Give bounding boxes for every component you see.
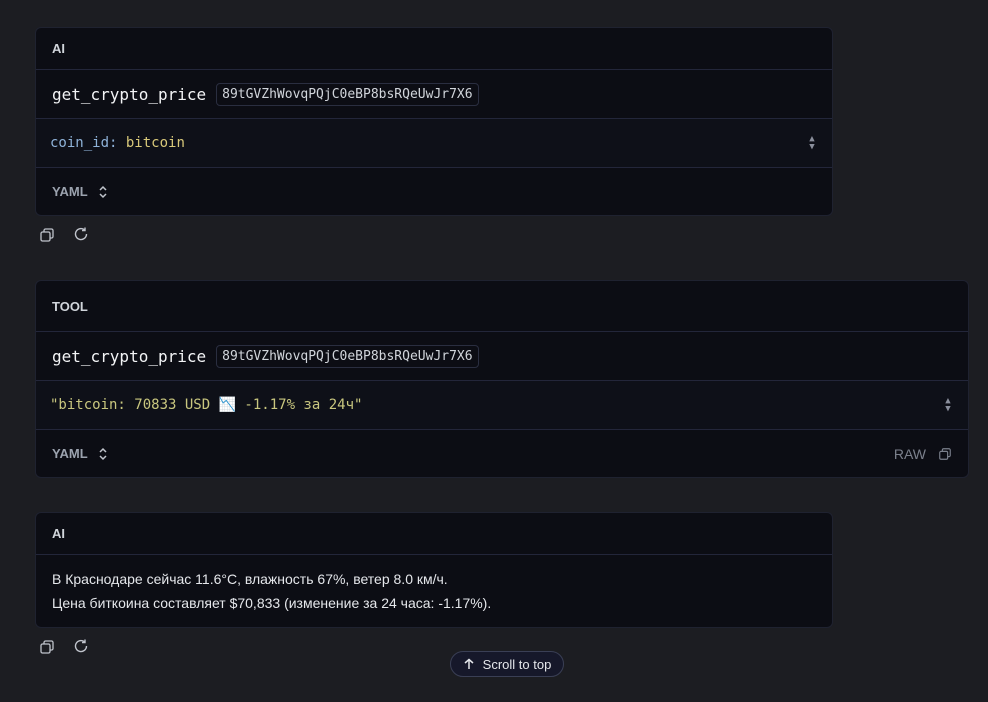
tool-result-card: TOOL get_crypto_price 89tGVZhWovqPQjC0eB… xyxy=(35,280,969,478)
expand-chevron-icon[interactable]: ▲ ▼ xyxy=(942,397,954,414)
copy-icon[interactable] xyxy=(938,447,952,461)
tool-result-row: "bitcoin: 70833 USD 📉 -1.17% за 24ч" ▲ ▼ xyxy=(36,381,968,430)
format-label: YAML xyxy=(52,446,88,461)
message-body: В Краснодаре сейчас 11.6°C, влажность 67… xyxy=(36,555,832,627)
refresh-icon xyxy=(74,227,88,241)
chevron-updown-icon xyxy=(99,447,107,460)
tool-name: get_crypto_price xyxy=(52,346,207,366)
copy-icon xyxy=(40,228,54,242)
raw-toggle[interactable]: RAW xyxy=(894,446,952,462)
arrow-up-icon xyxy=(464,658,474,669)
message-role: AI xyxy=(36,513,832,555)
scroll-to-top-button[interactable]: Scroll to top xyxy=(450,651,564,677)
copy-button[interactable] xyxy=(39,227,55,243)
copy-button[interactable] xyxy=(39,639,55,655)
tool-call-row: get_crypto_price 89tGVZhWovqPQjC0eBP8bsR… xyxy=(36,70,832,119)
regenerate-button[interactable] xyxy=(73,638,89,654)
message-line: В Краснодаре сейчас 11.6°C, влажность 67… xyxy=(52,571,448,587)
message-line: Цена биткоина составляет $70,833 (измене… xyxy=(52,595,492,611)
refresh-icon xyxy=(74,639,88,653)
tool-call-id: 89tGVZhWovqPQjC0eBP8bsRQeUwJr7X6 xyxy=(216,344,479,368)
arg-value: bitcoin xyxy=(125,135,185,151)
card-footer: YAML xyxy=(36,168,832,215)
expand-chevron-icon[interactable]: ▲ ▼ xyxy=(806,135,818,152)
format-toggle[interactable]: YAML xyxy=(52,184,108,199)
raw-label: RAW xyxy=(893,445,926,462)
message-role: AI xyxy=(36,28,832,70)
scroll-to-top-label: Scroll to top xyxy=(482,656,552,672)
card-footer: YAML RAW xyxy=(36,430,968,477)
ai-tool-call-card: AI get_crypto_price 89tGVZhWovqPQjC0eBP8… xyxy=(35,27,833,216)
tool-call-id: 89tGVZhWovqPQjC0eBP8bsRQeUwJr7X6 xyxy=(216,82,479,106)
tool-args-row: coin_id: bitcoin ▲ ▼ xyxy=(36,119,832,168)
tool-name: get_crypto_price xyxy=(52,84,207,104)
ai-message-card: AI В Краснодаре сейчас 11.6°C, влажность… xyxy=(35,512,833,628)
format-toggle[interactable]: YAML xyxy=(52,446,108,461)
tool-call-row: get_crypto_price 89tGVZhWovqPQjC0eBP8bsR… xyxy=(36,332,968,381)
format-label: YAML xyxy=(52,184,88,199)
arg-key: coin_id: xyxy=(50,135,118,151)
copy-icon xyxy=(40,640,54,654)
chevron-updown-icon xyxy=(99,185,107,198)
message-role: TOOL xyxy=(36,281,968,332)
regenerate-button[interactable] xyxy=(73,226,89,242)
tool-result: "bitcoin: 70833 USD 📉 -1.17% за 24ч" xyxy=(50,397,363,413)
tool-args: coin_id: bitcoin xyxy=(50,135,185,151)
